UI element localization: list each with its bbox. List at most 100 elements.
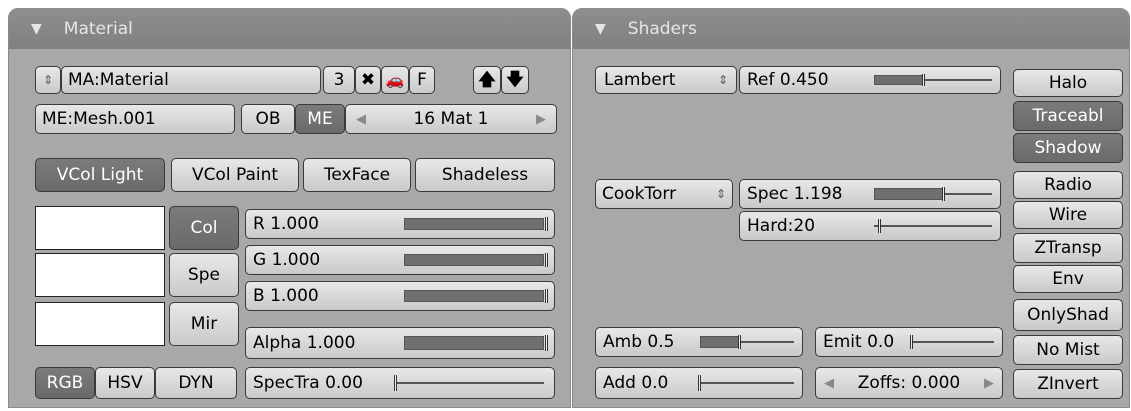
rgb-mode-button[interactable]: RGB <box>35 367 95 399</box>
collapse-triangle-icon[interactable]: ▼ <box>595 9 606 49</box>
r-slider-label: R 1.000 <box>253 214 319 234</box>
add-slider-track <box>700 382 794 384</box>
spectra-slider-label: SpecTra 0.00 <box>253 373 363 393</box>
move-up-button[interactable]: 🡅 <box>473 66 501 94</box>
r-slider-knob[interactable] <box>545 217 548 231</box>
close-icon: ✖ <box>360 69 376 90</box>
alpha-slider[interactable]: Alpha 1.000 <box>245 327 555 359</box>
col-button[interactable]: Col <box>169 206 239 250</box>
arrow-up-icon: 🡅 <box>478 69 496 90</box>
dyn-mode-button[interactable]: DYN <box>155 367 237 399</box>
radio-button[interactable]: Radio <box>1013 171 1123 199</box>
traceable-button[interactable]: Traceabl <box>1013 101 1123 131</box>
b-slider-fill <box>404 290 544 302</box>
specular-swatch[interactable] <box>35 253 165 297</box>
amb-slider[interactable]: Amb 0.5 <box>595 327 803 357</box>
shaders-panel-header[interactable]: ▼ Shaders <box>573 9 1129 49</box>
shadow-button[interactable]: Shadow <box>1013 133 1123 163</box>
alpha-slider-knob[interactable] <box>545 335 548 351</box>
add-slider-label: Add 0.0 <box>603 373 669 393</box>
material-panel-header[interactable]: ▼ Material <box>9 9 570 49</box>
hsv-mode-button[interactable]: HSV <box>95 367 155 399</box>
alpha-slider-fill <box>404 336 544 350</box>
fake-user-button[interactable]: F <box>409 66 435 94</box>
amb-slider-label: Amb 0.5 <box>603 332 675 352</box>
ref-slider-fill <box>874 75 924 85</box>
b-slider-knob[interactable] <box>545 289 548 303</box>
hard-slider[interactable]: Hard:20 <box>739 211 1001 241</box>
alpha-slider-label: Alpha 1.000 <box>253 333 356 353</box>
add-slider[interactable]: Add 0.0 <box>595 367 803 399</box>
zinvert-button[interactable]: ZInvert <box>1013 369 1123 399</box>
move-down-button[interactable]: 🡇 <box>501 66 529 94</box>
ref-slider[interactable]: Ref 0.450 <box>739 66 1001 94</box>
up-down-arrows-icon: ⇕ <box>717 73 728 87</box>
collapse-triangle-icon[interactable]: ▼ <box>31 9 42 49</box>
onlyshad-button[interactable]: OnlyShad <box>1013 299 1123 331</box>
hard-slider-track <box>874 225 992 227</box>
user-count-button[interactable]: 3 <box>323 66 355 94</box>
zoffs-label: Zoffs: 0.000 <box>857 372 961 393</box>
specular-shader-select[interactable]: CookTorr ⇕ <box>595 179 733 209</box>
chevron-right-icon[interactable]: ▶ <box>984 377 994 390</box>
vcol-paint-toggle[interactable]: VCol Paint <box>171 158 299 192</box>
shaders-panel: ▼ Shaders Lambert ⇕ Ref 0.450 CookTorr ⇕ … <box>572 8 1130 408</box>
r-slider[interactable]: R 1.000 <box>245 209 555 239</box>
car-icon: 🚗 <box>385 70 405 89</box>
ref-slider-label: Ref 0.450 <box>747 70 829 90</box>
b-slider-label: B 1.000 <box>253 286 319 306</box>
material-panel: ▼ Material ⇕ MA:Material 3 ✖ 🚗 F 🡅 🡇 ME:M… <box>8 8 571 408</box>
amb-slider-fill <box>700 336 740 348</box>
material-index-field[interactable]: ◀ 16 Mat 1 ▶ <box>345 104 557 134</box>
hard-slider-knob[interactable] <box>878 219 881 233</box>
emit-slider-knob[interactable] <box>910 335 913 349</box>
diffuse-shader-select[interactable]: Lambert ⇕ <box>595 66 737 94</box>
mesh-name-field[interactable]: ME:Mesh.001 <box>35 104 235 134</box>
vcol-light-toggle[interactable]: VCol Light <box>35 158 165 192</box>
material-name-field[interactable]: MA:Material <box>61 66 321 94</box>
auto-button[interactable]: 🚗 <box>381 66 409 94</box>
material-panel-title: Material <box>63 19 133 39</box>
arrow-down-icon: 🡇 <box>506 69 524 90</box>
wire-button[interactable]: Wire <box>1013 201 1123 229</box>
shadeless-toggle[interactable]: Shadeless <box>415 158 555 192</box>
g-slider-fill <box>404 254 544 266</box>
color-swatch[interactable] <box>35 206 165 250</box>
g-slider-label: G 1.000 <box>253 250 321 270</box>
ztransp-button[interactable]: ZTransp <box>1013 233 1123 263</box>
ref-slider-knob[interactable] <box>922 74 925 86</box>
shaders-panel-title: Shaders <box>627 19 697 39</box>
delete-material-button[interactable]: ✖ <box>355 66 381 94</box>
ref-slider-track <box>924 79 992 81</box>
ob-button[interactable]: OB <box>241 104 295 134</box>
add-slider-knob[interactable] <box>698 375 701 391</box>
mir-button[interactable]: Mir <box>169 302 239 346</box>
spectra-slider[interactable]: SpecTra 0.00 <box>245 367 555 399</box>
no-mist-button[interactable]: No Mist <box>1013 335 1123 365</box>
chevron-left-icon[interactable]: ◀ <box>356 113 366 126</box>
b-slider[interactable]: B 1.000 <box>245 281 555 311</box>
spec-slider[interactable]: Spec 1.198 <box>739 179 1001 209</box>
env-button[interactable]: Env <box>1013 265 1123 293</box>
material-browse-button[interactable]: ⇕ <box>35 66 61 94</box>
amb-slider-knob[interactable] <box>738 335 741 349</box>
g-slider[interactable]: G 1.000 <box>245 245 555 275</box>
emit-slider[interactable]: Emit 0.0 <box>815 327 1003 357</box>
g-slider-knob[interactable] <box>545 253 548 267</box>
spectra-slider-knob[interactable] <box>394 375 397 391</box>
spe-button[interactable]: Spe <box>169 253 239 297</box>
halo-button[interactable]: Halo <box>1013 69 1123 97</box>
chevron-right-icon[interactable]: ▶ <box>536 113 546 126</box>
texface-toggle[interactable]: TexFace <box>303 158 411 192</box>
me-button[interactable]: ME <box>295 104 345 134</box>
spec-slider-label: Spec 1.198 <box>747 184 843 204</box>
amb-slider-track <box>740 341 794 343</box>
hard-slider-label: Hard:20 <box>747 216 816 236</box>
chevron-left-icon[interactable]: ◀ <box>824 377 834 390</box>
diffuse-shader-value: Lambert <box>604 69 676 90</box>
up-down-arrows-icon: ⇕ <box>715 187 726 201</box>
zoffs-field[interactable]: ◀ Zoffs: 0.000 ▶ <box>815 367 1003 399</box>
up-down-arrows-icon: ⇕ <box>42 73 54 87</box>
spec-slider-knob[interactable] <box>942 187 945 201</box>
mirror-swatch[interactable] <box>35 302 165 346</box>
